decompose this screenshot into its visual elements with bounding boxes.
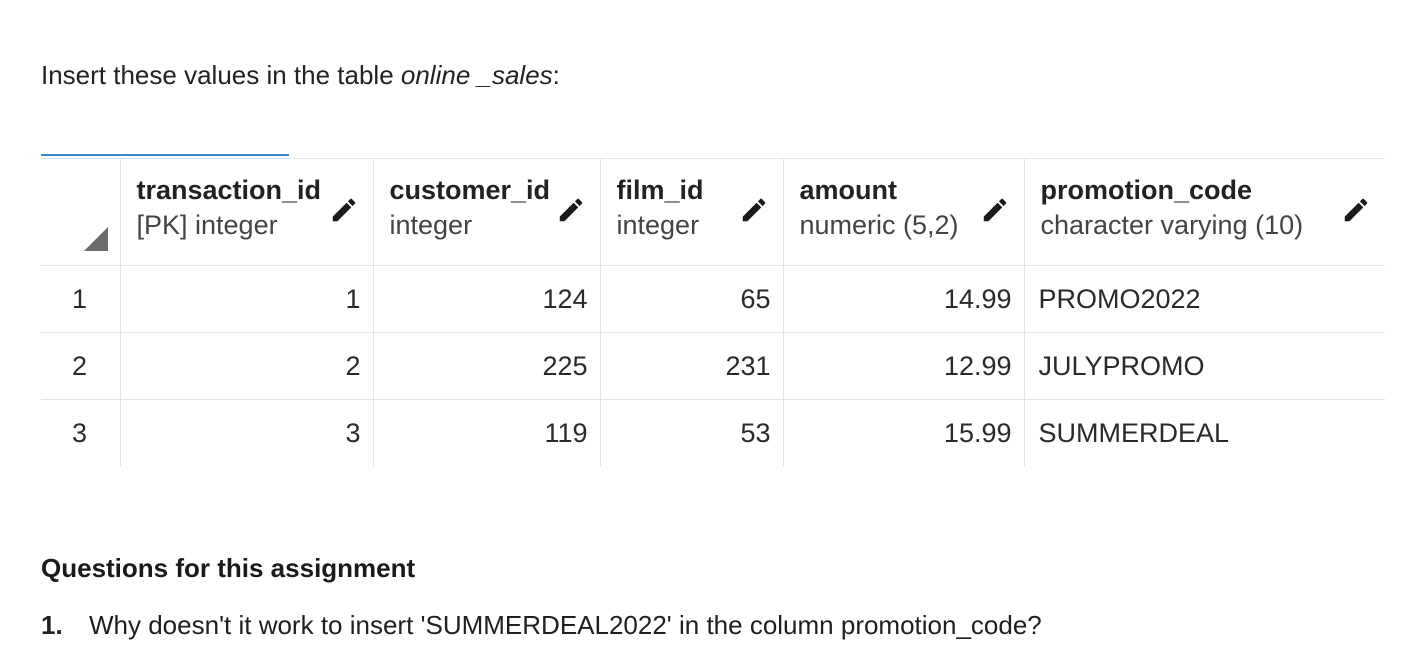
row-number[interactable]: 1: [41, 265, 121, 333]
column-header-transaction-id[interactable]: transaction_id [PK] integer: [120, 158, 374, 266]
table-row[interactable]: 2 2 225 231 12.99 JULYPROMO: [41, 332, 1385, 400]
question-item: 1. Why doesn't it work to insert 'SUMMERD…: [41, 608, 1042, 642]
table-row[interactable]: 3 3 119 53 15.99 SUMMERDEAL: [41, 399, 1385, 467]
pencil-icon[interactable]: [556, 195, 586, 225]
cell-film-id[interactable]: 231: [600, 332, 784, 400]
table-row[interactable]: 1 1 124 65 14.99 PROMO2022: [41, 265, 1385, 333]
row-number[interactable]: 3: [41, 399, 121, 466]
data-grid: transaction_id [PK] integer customer_id …: [41, 158, 1385, 466]
cell-amount[interactable]: 12.99: [783, 332, 1025, 400]
row-number[interactable]: 2: [41, 332, 121, 400]
cell-promotion-code[interactable]: SUMMERDEAL: [1024, 400, 1385, 467]
intro-text-after: :: [552, 60, 560, 90]
cell-customer-id[interactable]: 124: [373, 265, 601, 333]
column-header-promotion-code[interactable]: promotion_code character varying (10): [1024, 158, 1385, 266]
cell-customer-id[interactable]: 119: [373, 399, 601, 466]
column-header-customer-id[interactable]: customer_id integer: [373, 158, 601, 266]
corner-triangle-icon: [83, 227, 108, 251]
pencil-icon[interactable]: [980, 195, 1010, 225]
cell-transaction-id[interactable]: 1: [120, 265, 374, 333]
grid-header-row: transaction_id [PK] integer customer_id …: [41, 158, 1385, 266]
cell-amount[interactable]: 15.99: [783, 399, 1025, 466]
active-tab-indicator: [41, 154, 289, 156]
pencil-icon[interactable]: [739, 195, 769, 225]
cell-transaction-id[interactable]: 2: [120, 332, 374, 400]
cell-film-id[interactable]: 53: [600, 399, 784, 466]
question-number: 1.: [41, 610, 63, 640]
cell-promotion-code[interactable]: PROMO2022: [1024, 265, 1385, 333]
cell-film-id[interactable]: 65: [600, 265, 784, 333]
pencil-icon[interactable]: [329, 195, 359, 225]
intro-text-before: Insert these values in the table: [41, 60, 401, 90]
column-header-film-id[interactable]: film_id integer: [600, 158, 784, 266]
column-name: promotion_code: [1040, 175, 1253, 205]
cell-transaction-id[interactable]: 3: [120, 399, 374, 466]
cell-customer-id[interactable]: 225: [373, 332, 601, 400]
column-type: character varying (10): [1040, 210, 1304, 240]
row-header-corner[interactable]: [41, 158, 121, 266]
pencil-icon[interactable]: [1341, 195, 1371, 225]
column-header-amount[interactable]: amount numeric (5,2): [783, 158, 1025, 266]
cell-amount[interactable]: 14.99: [783, 265, 1025, 333]
cell-promotion-code[interactable]: JULYPROMO: [1024, 332, 1385, 400]
questions-heading: Questions for this assignment: [41, 553, 416, 583]
intro-text: Insert these values in the table online …: [41, 58, 560, 92]
intro-table-name: online _sales: [400, 60, 553, 90]
question-text: Why doesn't it work to insert 'SUMMERDEA…: [89, 610, 1042, 640]
